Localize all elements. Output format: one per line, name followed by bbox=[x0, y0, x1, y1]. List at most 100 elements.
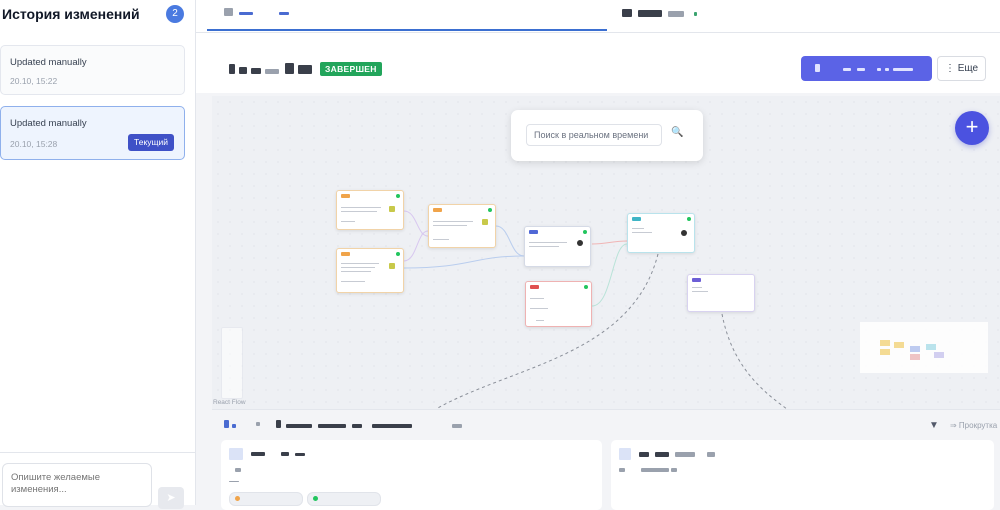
card-meta-redacted bbox=[229, 481, 239, 482]
node-icon bbox=[681, 230, 687, 236]
card-pill bbox=[229, 492, 303, 506]
card-icon bbox=[229, 448, 243, 460]
card-title-redacted bbox=[281, 452, 289, 456]
button-label-redacted bbox=[857, 68, 865, 71]
minimap-node bbox=[910, 354, 920, 360]
tab-1[interactable] bbox=[207, 0, 607, 30]
node-status-dot bbox=[583, 230, 587, 234]
node-status-dot bbox=[396, 194, 400, 198]
card-title-redacted bbox=[655, 452, 669, 457]
workflow-title-redacted bbox=[251, 68, 261, 74]
change-request-input[interactable] bbox=[2, 463, 152, 507]
node-type-tag bbox=[692, 278, 701, 282]
toolbar-item-redacted bbox=[276, 420, 281, 428]
node-type-tag bbox=[529, 230, 538, 234]
workflow-title-redacted bbox=[239, 67, 247, 74]
card-pill bbox=[307, 492, 381, 506]
node-type-tag bbox=[530, 285, 539, 289]
node-status-dot bbox=[396, 252, 400, 256]
flow-node[interactable] bbox=[687, 274, 755, 312]
node-text-line bbox=[632, 228, 644, 230]
flow-node[interactable] bbox=[627, 213, 695, 253]
workflow-title-redacted bbox=[229, 64, 235, 74]
history-item-date: 20.10, 15:22 bbox=[10, 76, 58, 86]
tab-2[interactable] bbox=[610, 0, 1000, 30]
minimap[interactable] bbox=[860, 322, 988, 373]
node-status-dot bbox=[584, 285, 588, 289]
edge bbox=[591, 243, 628, 307]
search-icon[interactable]: 🔍 bbox=[671, 127, 683, 138]
card-title-redacted bbox=[251, 452, 265, 456]
send-icon: ➤ bbox=[166, 492, 176, 504]
button-label-redacted bbox=[877, 68, 881, 71]
toolbar-item-redacted bbox=[318, 424, 346, 428]
plus-icon: + bbox=[965, 114, 979, 139]
node-text-line bbox=[530, 308, 548, 310]
workflow-title-redacted bbox=[285, 63, 294, 74]
card-title-redacted bbox=[639, 452, 649, 457]
edge bbox=[591, 240, 628, 245]
button-label-redacted bbox=[843, 68, 851, 71]
node-icon bbox=[389, 263, 395, 269]
zoom-controls[interactable] bbox=[221, 327, 243, 399]
send-button[interactable]: ➤ bbox=[158, 487, 184, 509]
toolbar-item-redacted bbox=[256, 422, 260, 426]
flow-node[interactable] bbox=[525, 281, 592, 327]
node-text-line bbox=[433, 225, 467, 227]
edge bbox=[495, 225, 525, 257]
log-card bbox=[221, 440, 602, 510]
minimap-node bbox=[880, 340, 890, 346]
flow-node[interactable] bbox=[524, 226, 591, 267]
history-item[interactable]: Updated manually 20.10, 15:22 bbox=[0, 45, 185, 95]
tab-2-label-redacted bbox=[694, 12, 697, 16]
history-item-current[interactable]: Updated manually 20.10, 15:28 bbox=[0, 106, 185, 160]
active-tab-indicator bbox=[207, 29, 607, 31]
log-card bbox=[611, 440, 994, 510]
realtime-search-input[interactable] bbox=[526, 124, 662, 146]
card-meta-redacted bbox=[619, 468, 625, 472]
tab-2-label-redacted bbox=[668, 11, 684, 17]
card-title-redacted bbox=[295, 453, 305, 456]
edge bbox=[403, 255, 525, 269]
node-icon bbox=[577, 240, 583, 246]
node-text-line bbox=[341, 263, 379, 265]
toolbar-item-redacted bbox=[352, 424, 362, 428]
sidebar-divider bbox=[0, 452, 195, 453]
toolbar-item-redacted bbox=[372, 424, 412, 428]
workflow-title-redacted bbox=[298, 65, 312, 74]
workflow-title-redacted bbox=[265, 69, 279, 74]
history-item-title: Updated manually bbox=[10, 118, 87, 129]
tab-1-icon bbox=[224, 8, 233, 16]
current-version-badge: Текущий bbox=[128, 134, 174, 151]
primary-action-button[interactable] bbox=[801, 56, 932, 81]
react-flow-attribution: React Flow bbox=[213, 399, 246, 406]
history-count-badge: 2 bbox=[166, 5, 184, 23]
minimap-node bbox=[910, 346, 920, 352]
flow-node[interactable] bbox=[428, 204, 496, 248]
toolbar-item-redacted bbox=[232, 424, 236, 428]
edge-dashed bbox=[721, 313, 788, 409]
flow-node[interactable] bbox=[336, 190, 404, 230]
node-text-line bbox=[692, 287, 702, 289]
flow-node[interactable] bbox=[336, 248, 404, 293]
toolbar-item-redacted bbox=[224, 420, 229, 428]
node-icon bbox=[482, 219, 488, 225]
card-meta-redacted bbox=[235, 468, 241, 472]
node-type-tag bbox=[341, 252, 350, 256]
node-status-dot bbox=[687, 217, 691, 221]
card-icon bbox=[619, 448, 631, 460]
toolbar-item-redacted bbox=[452, 424, 462, 428]
node-text-line bbox=[433, 221, 473, 223]
node-text-line bbox=[529, 246, 559, 248]
more-button[interactable]: ⋮ Еще bbox=[937, 56, 986, 81]
autoscroll-toggle[interactable]: ⇒ Прокрутка bbox=[950, 421, 997, 430]
node-status-dot bbox=[488, 208, 492, 212]
button-label-redacted bbox=[885, 68, 889, 71]
node-text-line bbox=[341, 207, 381, 209]
add-node-button[interactable]: + bbox=[955, 111, 989, 145]
minimap-node bbox=[926, 344, 936, 350]
filter-icon[interactable]: ▼ bbox=[929, 420, 939, 431]
card-meta-redacted bbox=[641, 468, 669, 472]
status-dot bbox=[313, 496, 318, 501]
bottom-toolbar bbox=[222, 420, 482, 430]
